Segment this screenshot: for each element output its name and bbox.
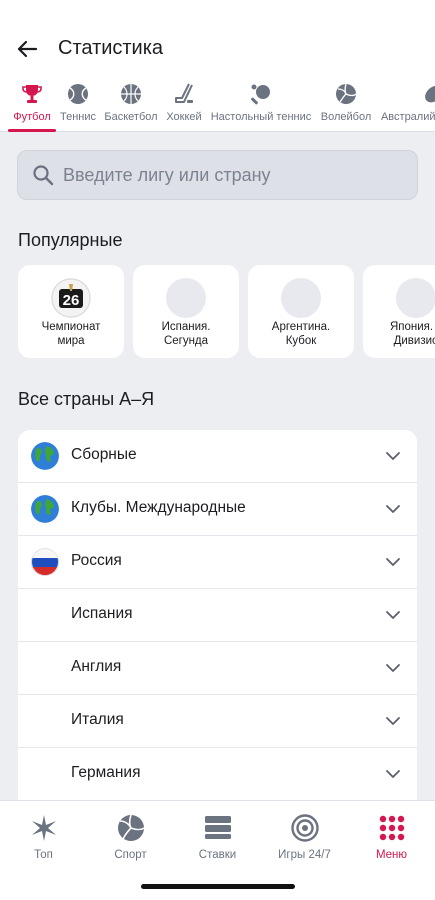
- globe-icon: [31, 442, 59, 470]
- popular-card[interactable]: Аргентина. Кубок: [248, 265, 354, 358]
- tab-tennis[interactable]: Теннис: [58, 78, 98, 132]
- header: Статистика Футбол Теннис Баскетбол Хокке…: [0, 0, 435, 132]
- tab-australian-football[interactable]: Австралийс: [376, 78, 435, 132]
- ping-pong-icon: [249, 82, 273, 106]
- popular-card[interactable]: Испания. Сегунда: [133, 265, 239, 358]
- search-input[interactable]: Введите лигу или страну: [17, 150, 418, 200]
- list-item[interactable]: Клубы. Международные: [18, 483, 417, 536]
- tab-basketball[interactable]: Баскетбол: [102, 78, 160, 132]
- volleyball-icon: [116, 813, 146, 843]
- tab-football[interactable]: Футбол: [8, 78, 56, 132]
- league-logo-placeholder: [166, 278, 206, 318]
- globe-icon: [31, 495, 59, 523]
- tab-volleyball[interactable]: Волейбол: [318, 78, 374, 132]
- popular-card-label: Испания. Сегунда: [161, 321, 211, 347]
- list-item[interactable]: Испания: [18, 589, 417, 642]
- page-title: Статистика: [58, 37, 164, 59]
- star-burst-icon: [29, 813, 59, 843]
- nav-sport[interactable]: Спорт: [87, 813, 174, 863]
- popular-card-label: Япония. J Дивизио: [389, 321, 435, 347]
- nav-games[interactable]: Игры 24/7: [261, 813, 348, 863]
- tab-label: Баскетбол: [104, 111, 158, 123]
- chevron-down-icon: [386, 717, 400, 725]
- active-tab-indicator: [8, 129, 56, 132]
- nav-label: Спорт: [114, 849, 147, 861]
- search-placeholder: Введите лигу или страну: [63, 165, 271, 185]
- volleyball-icon: [334, 82, 358, 106]
- list-item[interactable]: Англия: [18, 642, 417, 695]
- league-logo-placeholder: [281, 278, 321, 318]
- trophy-icon: [20, 82, 44, 106]
- league-logo-placeholder: [396, 278, 435, 318]
- nav-label: Ставки: [198, 849, 237, 861]
- chevron-down-icon: [386, 452, 400, 460]
- chevron-down-icon: [386, 664, 400, 672]
- list-item-label: Испания: [71, 605, 133, 622]
- list-item-label: Италия: [71, 711, 124, 728]
- aussie-rules-icon: [422, 82, 435, 106]
- tab-label: Волейбол: [320, 111, 372, 123]
- list-item-label: Клубы. Международные: [71, 499, 246, 516]
- nav-label: Игры 24/7: [278, 849, 331, 861]
- list-item-label: Сборные: [71, 446, 137, 463]
- grid-menu-icon: [377, 813, 407, 843]
- popular-card-label: Аргентина. Кубок: [271, 321, 331, 347]
- nav-top[interactable]: Топ: [0, 813, 87, 863]
- nav-menu[interactable]: Меню: [348, 813, 435, 863]
- nav-label: Меню: [375, 849, 408, 861]
- popular-card[interactable]: 26 Чемпионат мира: [18, 265, 124, 358]
- tennis-ball-icon: [66, 82, 90, 106]
- list-item[interactable]: Италия: [18, 695, 417, 748]
- nav-bets[interactable]: Ставки: [174, 813, 261, 863]
- search-icon: [33, 165, 54, 186]
- countries-list: Сборные Клубы. Международные Россия Испа…: [18, 430, 417, 810]
- svg-text:26: 26: [63, 292, 80, 309]
- list-item-label: Англия: [71, 658, 122, 675]
- tab-label: Австралийс: [380, 111, 435, 123]
- tab-label: Футбол: [13, 111, 51, 123]
- popular-carousel[interactable]: 26 Чемпионат мира Испания. Сегунда Арген…: [18, 265, 435, 358]
- world-cup-logo: 26: [51, 278, 91, 318]
- arrow-left-icon: [17, 40, 38, 58]
- back-button[interactable]: [12, 34, 42, 64]
- popular-card-label: Чемпионат мира: [41, 321, 101, 347]
- countries-title: Все страны А–Я: [18, 389, 155, 409]
- sport-tabs: Футбол Теннис Баскетбол Хоккей Настольны…: [0, 78, 435, 132]
- list-item[interactable]: Германия: [18, 748, 417, 801]
- chevron-down-icon: [386, 770, 400, 778]
- russia-flag-icon: [31, 548, 59, 576]
- target-icon: [290, 813, 320, 843]
- tab-label: Настольный теннис: [210, 111, 312, 123]
- list-item[interactable]: Сборные: [18, 430, 417, 483]
- nav-label: Топ: [34, 849, 53, 861]
- tab-table-tennis[interactable]: Настольный теннис: [208, 78, 314, 132]
- list-item-label: Германия: [71, 764, 141, 781]
- tab-label: Хоккей: [166, 111, 202, 123]
- popular-title: Популярные: [18, 230, 123, 250]
- chevron-down-icon: [386, 505, 400, 513]
- bet-slip-icon: [203, 813, 233, 843]
- hockey-stick-icon: [172, 82, 196, 106]
- chevron-down-icon: [386, 611, 400, 619]
- popular-card[interactable]: Япония. J Дивизио: [363, 265, 435, 358]
- tab-hockey[interactable]: Хоккей: [164, 78, 204, 132]
- basketball-icon: [119, 82, 143, 106]
- list-item-label: Россия: [71, 552, 122, 569]
- tab-label: Теннис: [59, 111, 96, 123]
- home-indicator: [141, 884, 295, 889]
- list-item[interactable]: Россия: [18, 536, 417, 589]
- chevron-down-icon: [386, 558, 400, 566]
